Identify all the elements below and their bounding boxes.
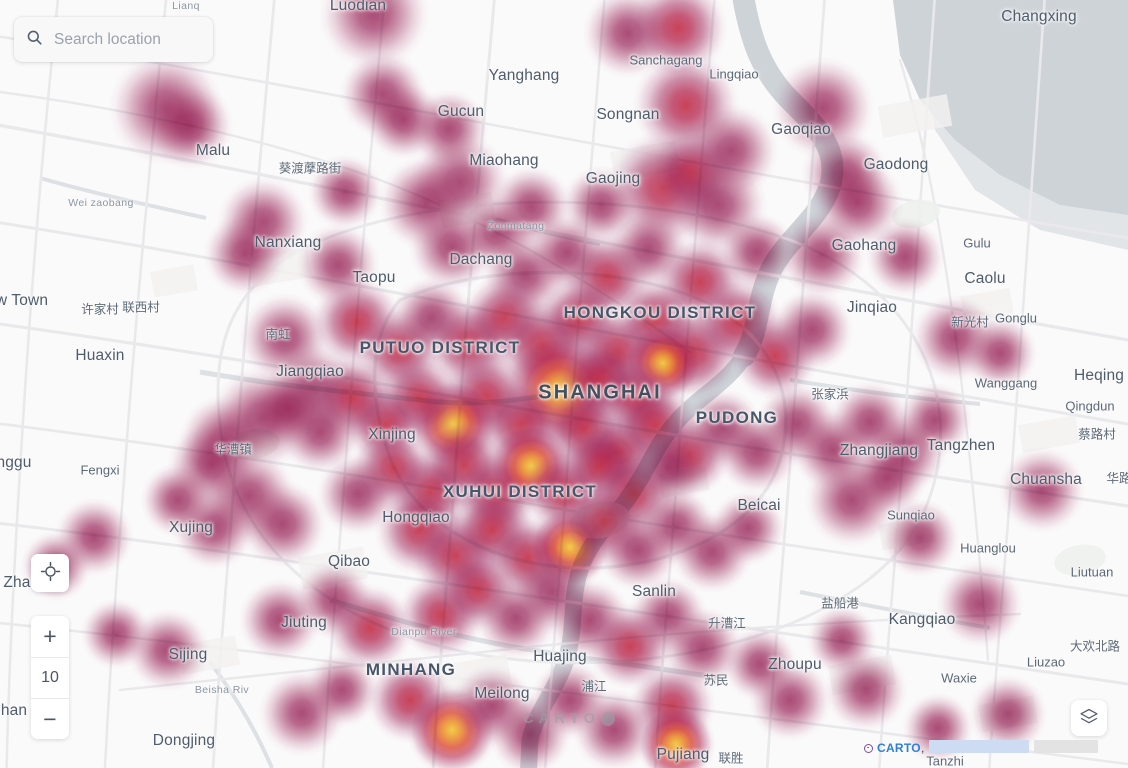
attribution-redaction (929, 740, 1030, 753)
attribution-redacted-region (924, 740, 1099, 756)
carto-copyright-icon (864, 743, 873, 753)
zoom-control-stack: + 10 − (31, 616, 69, 739)
attribution-bar: CARTO , (864, 740, 1099, 756)
search-input[interactable] (54, 30, 201, 49)
carto-attribution-link[interactable]: CARTO (877, 741, 921, 755)
basemap-vector (0, 0, 1128, 768)
search-icon (26, 29, 43, 51)
geolocate-button[interactable] (31, 554, 69, 592)
map-canvas[interactable] (0, 0, 1128, 768)
layers-icon (1079, 707, 1099, 730)
search-location-box[interactable] (14, 17, 213, 62)
layers-button[interactable] (1071, 700, 1107, 736)
attribution-redaction (1034, 740, 1099, 753)
crosshair-icon (40, 561, 61, 585)
zoom-in-button[interactable]: + (31, 616, 69, 657)
zoom-out-button[interactable]: − (31, 698, 69, 739)
map-application: Luodian Changxing Sanchagang Lingqiao Yangha… (0, 0, 1128, 768)
zoom-level-indicator: 10 (31, 657, 69, 698)
